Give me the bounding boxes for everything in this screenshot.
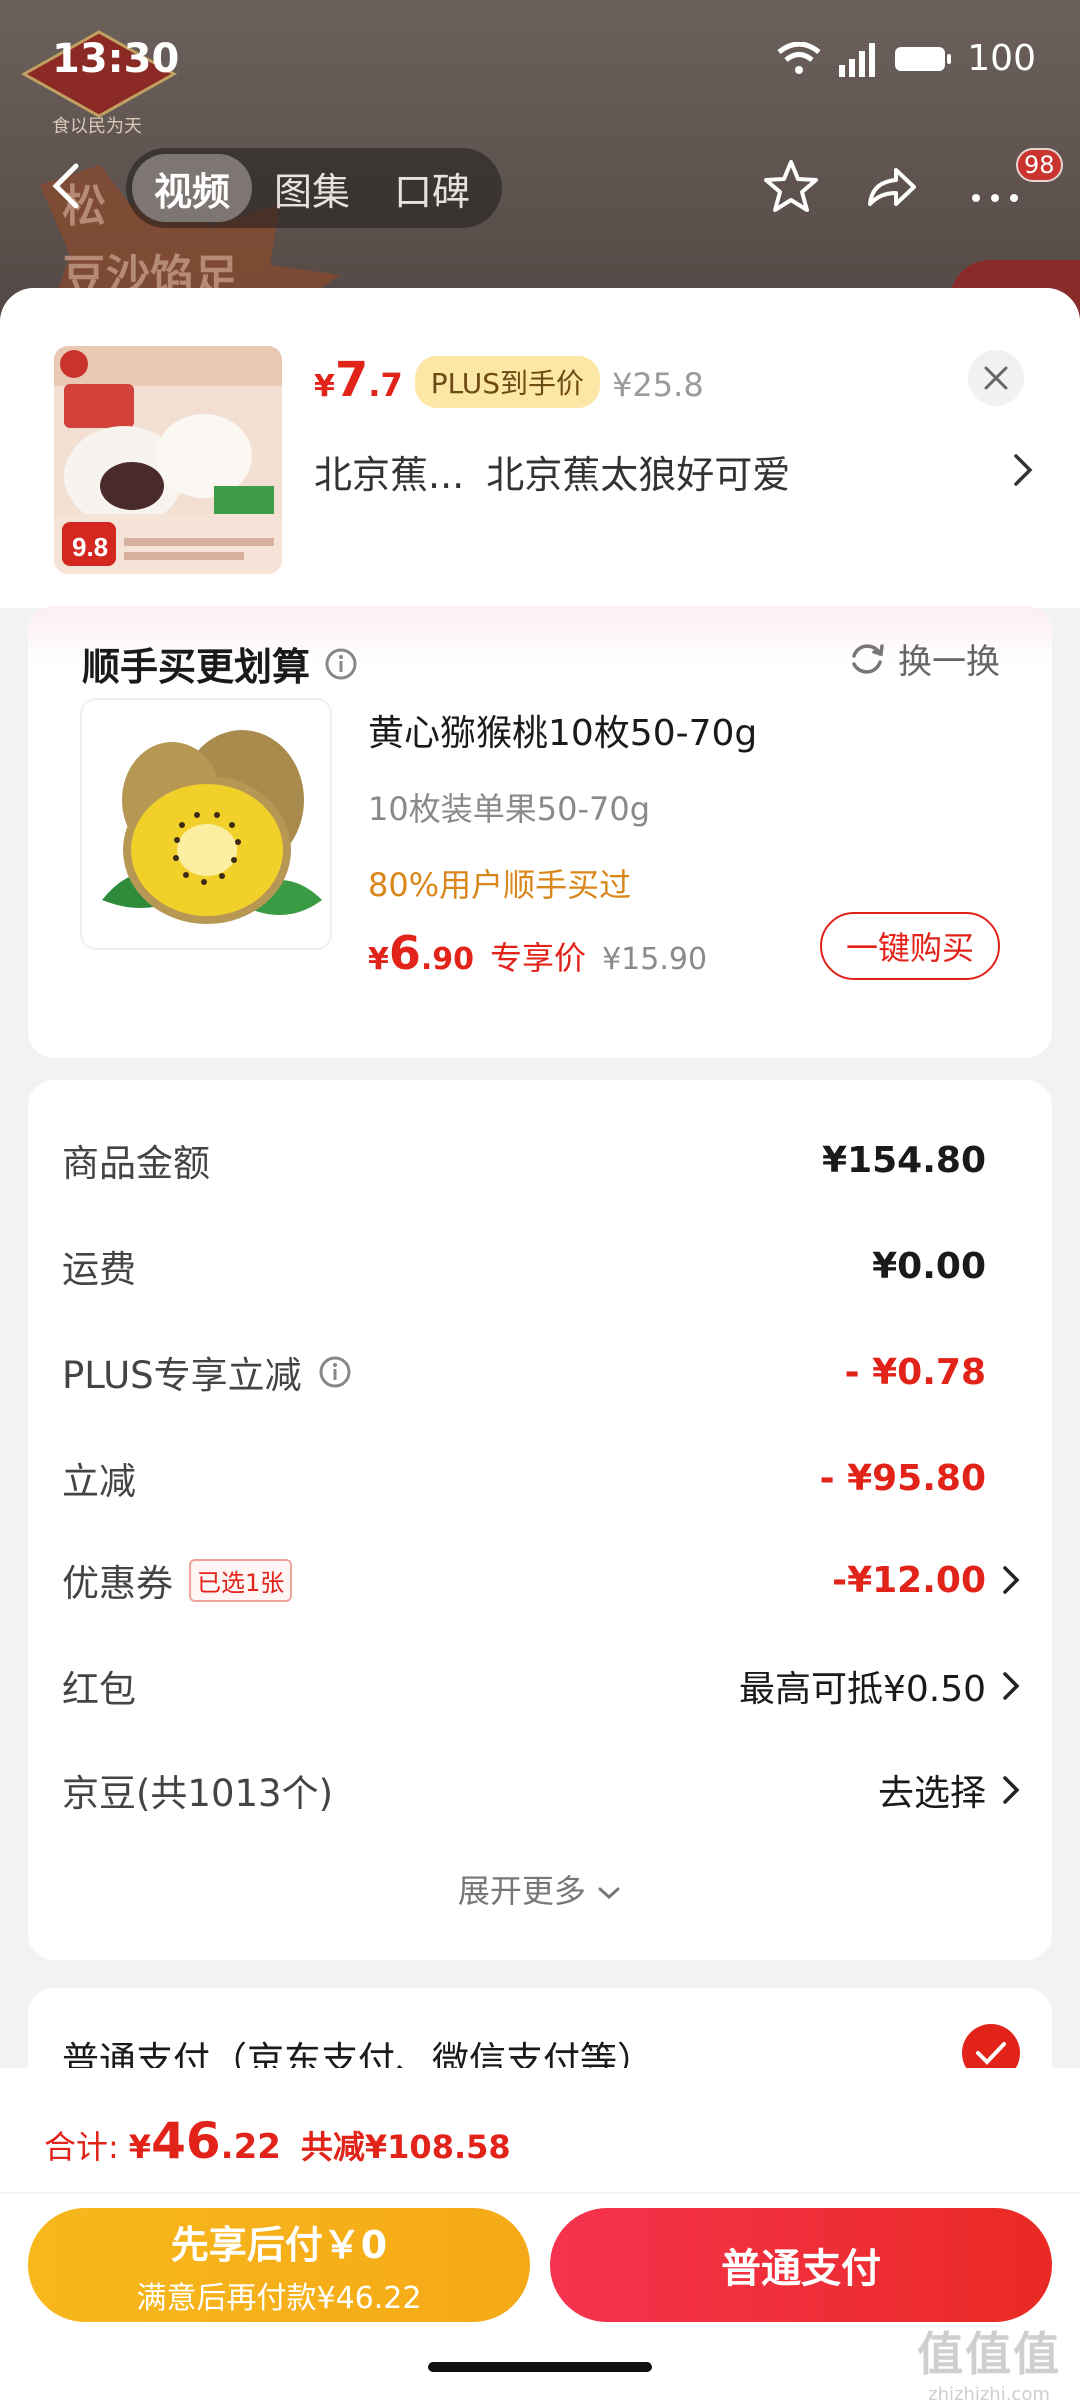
addon-product-name[interactable]: 黄心猕猴桃10枚50-70g <box>368 704 757 756</box>
fee-row-red-packet[interactable]: 红包 最高可抵¥0.50 <box>62 1650 1022 1722</box>
addon-price: ¥6.90 <box>368 926 475 980</box>
addon-recommendation-card: 顺手买更划算 换一换 黄心猕猴桃10枚50-70g 10枚装单果50-70g 8… <box>28 606 1052 1058</box>
total-label: 合计: <box>44 2128 119 2166</box>
product-image: 9.8 <box>54 346 282 574</box>
addon-title-row: 顺手买更划算 <box>82 636 358 691</box>
battery-level: 100 <box>967 38 1036 79</box>
variant-selector[interactable]: 北京蕉... 北京蕉太狼好可爱 <box>314 438 1034 504</box>
media-tabs: 视频 图集 口碑 <box>126 148 502 228</box>
pay-later-main-label: 先享后付￥0 <box>170 2222 388 2267</box>
addon-title: 顺手买更划算 <box>82 645 311 689</box>
product-header: 9.8 ¥7.7 PLUS到手价 ¥25.8 北京蕉... 北京蕉太狼好可爱 <box>0 288 1080 608</box>
addon-price-tag: 专享价 <box>490 939 587 977</box>
info-icon[interactable] <box>324 647 358 681</box>
pay-later-button[interactable]: 先享后付￥0 满意后再付款¥46.22 <box>28 2208 530 2322</box>
fee-row-coupon[interactable]: 优惠券 已选1张 -¥12.00 <box>62 1544 1022 1616</box>
tab-reviews[interactable]: 口碑 <box>372 154 492 222</box>
chevron-down-icon <box>598 1887 620 1900</box>
kiwi-image <box>102 730 322 924</box>
refresh-button[interactable]: 换一换 <box>848 634 1000 683</box>
coupon-selected-tag: 已选1张 <box>189 1558 293 1602</box>
fee-row-jd-beans[interactable]: 京豆(共1013个) 去选择 <box>62 1754 1022 1826</box>
addon-price-row: ¥6.90 专享价 ¥15.90 <box>368 926 707 980</box>
plus-price-tag: PLUS到手价 <box>414 356 601 408</box>
fee-row-instant-discount: 立减 - ¥95.80 <box>62 1457 986 1504</box>
status-icons: 100 <box>777 38 1036 79</box>
home-indicator[interactable] <box>428 2362 652 2372</box>
expand-more-button[interactable]: 展开更多 <box>28 1866 1052 1912</box>
tab-video[interactable]: 视频 <box>132 154 253 222</box>
total-price: ¥46.22 <box>128 2112 281 2170</box>
fee-breakdown-card: 商品金额 ¥154.80 运费 ¥0.00 PLUS专享立减 - ¥0.78 立… <box>28 1080 1052 1960</box>
back-icon[interactable] <box>46 162 86 210</box>
variant-short-label: 北京蕉... <box>314 452 465 497</box>
addon-product-image[interactable] <box>80 698 332 950</box>
chevron-right-icon <box>1003 1776 1020 1804</box>
price-row: ¥7.7 PLUS到手价 ¥25.8 <box>314 352 704 412</box>
one-click-buy-button[interactable]: 一键购买 <box>820 912 1000 980</box>
wifi-icon <box>777 41 821 74</box>
notification-badge: 98 <box>1016 148 1063 182</box>
chevron-right-icon <box>1014 454 1033 486</box>
normal-pay-button[interactable]: 普通支付 <box>550 2208 1052 2322</box>
status-bar: 13:30 100 <box>0 0 1080 120</box>
plus-info-icon[interactable] <box>318 1355 352 1389</box>
signal-icon <box>839 42 876 77</box>
top-nav: 视频 图集 口碑 98 <box>0 140 1080 232</box>
product-thumbnail[interactable]: 9.8 <box>54 346 282 574</box>
share-icon[interactable] <box>862 158 920 216</box>
total-row: 合计: ¥46.22 共减¥108.58 <box>44 2112 511 2170</box>
pay-later-sub-label: 满意后再付款¥46.22 <box>136 2280 422 2316</box>
chevron-right-icon <box>1003 1672 1020 1700</box>
site-watermark: 值值值 zhizhizhi.com <box>917 2327 1061 2400</box>
addon-product-spec: 10枚装单果50-70g <box>368 790 651 828</box>
refresh-label: 换一换 <box>898 642 1000 682</box>
variant-full-label: 北京蕉太狼好可爱 <box>486 452 791 497</box>
check-icon <box>976 2042 1006 2065</box>
status-time: 13:30 <box>52 36 180 82</box>
refresh-icon <box>852 643 884 674</box>
plus-price: ¥7.7 <box>314 352 403 408</box>
total-saved: 共减¥108.58 <box>300 2128 511 2166</box>
fee-row-shipping: 运费 ¥0.00 <box>62 1245 986 1292</box>
tab-gallery[interactable]: 图集 <box>252 154 372 222</box>
divider <box>0 2192 1080 2194</box>
original-price: ¥25.8 <box>612 366 704 404</box>
close-icon <box>984 366 1008 390</box>
battery-icon <box>895 46 952 71</box>
addon-original-price: ¥15.90 <box>602 942 708 977</box>
addon-social-proof: 80%用户顺手买过 <box>368 866 632 904</box>
bottom-action-bar: 合计: ¥46.22 共减¥108.58 先享后付￥0 满意后再付款¥46.22… <box>0 2068 1080 2400</box>
chevron-right-icon <box>1003 1566 1020 1594</box>
thumb-price: 9.8 <box>72 532 108 562</box>
close-button[interactable] <box>968 350 1024 406</box>
fee-row-goods-amount: 商品金额 ¥154.80 <box>62 1139 986 1186</box>
fee-row-plus-discount: PLUS专享立减 - ¥0.78 <box>62 1351 986 1398</box>
favorite-star-icon[interactable] <box>762 158 820 216</box>
